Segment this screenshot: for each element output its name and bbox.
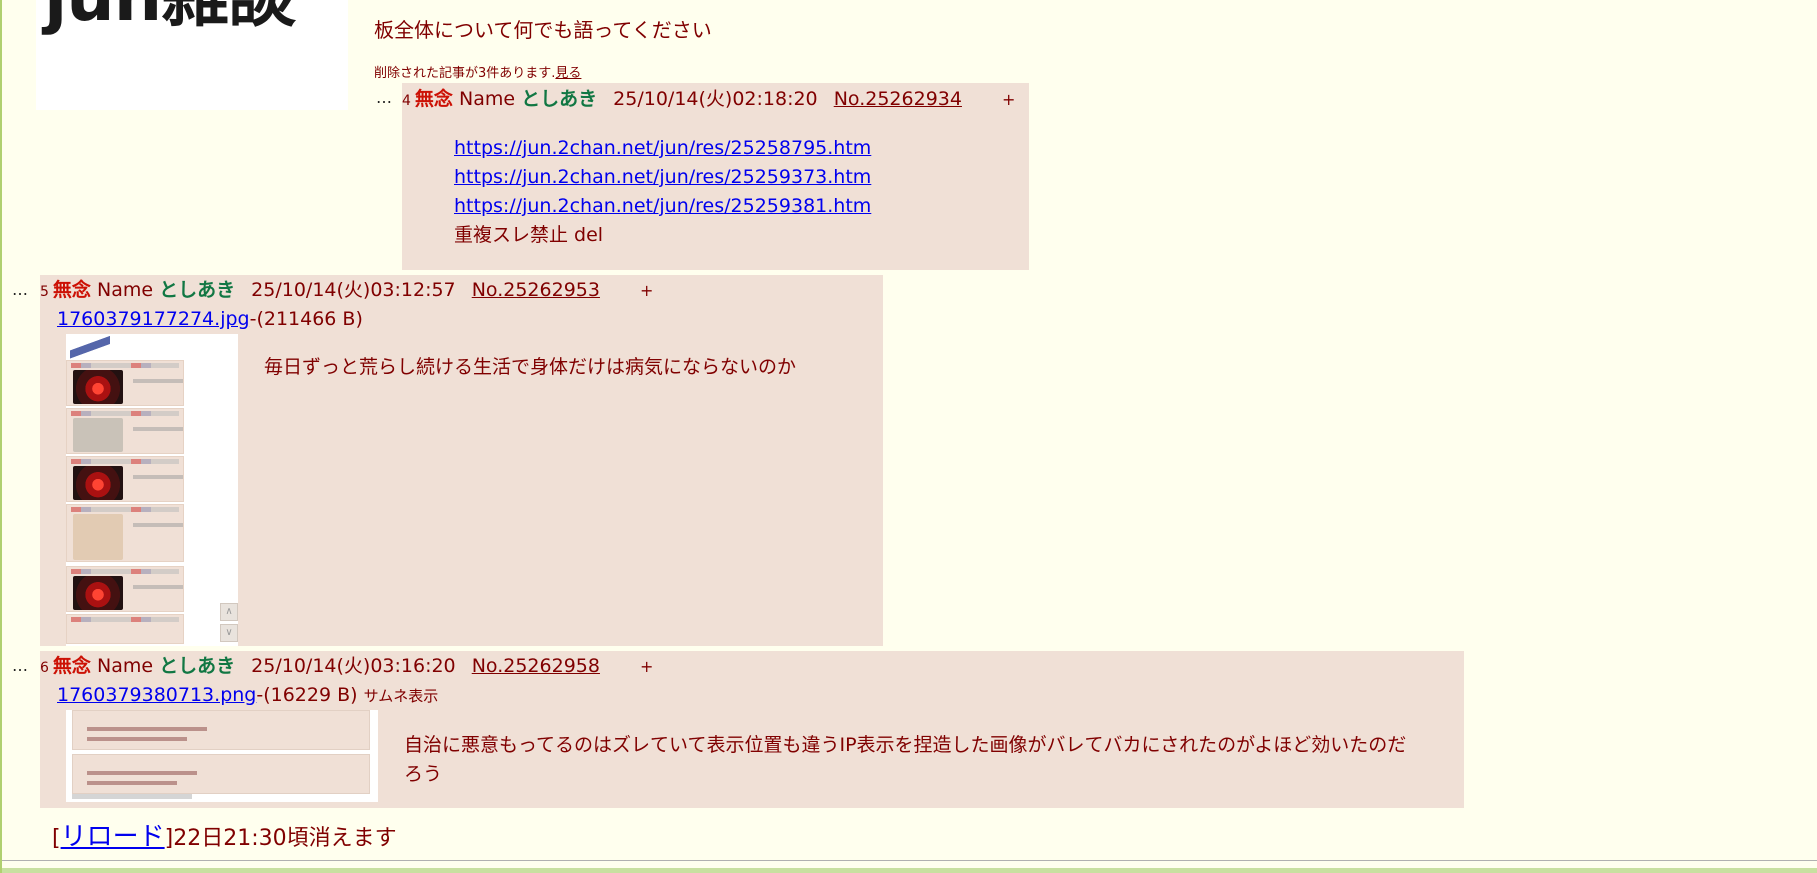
- post-subject: 無念: [52, 279, 91, 301]
- name-label: Name: [458, 88, 516, 110]
- bottom-border: [2, 868, 1817, 873]
- reload-bracket-open: [: [52, 826, 61, 851]
- thumb-screenshot-row: [66, 614, 184, 644]
- post-id-link[interactable]: No.25262958: [472, 655, 600, 677]
- reload-link[interactable]: リロード: [61, 822, 165, 852]
- board-description: 板全体について何でも語ってください: [374, 18, 712, 42]
- reply-post: 5 無念 Name としあき 25/10/14(火)03:12:57 No.252…: [40, 275, 883, 646]
- post-thumbnail-image[interactable]: ∧ ∨: [66, 334, 238, 646]
- post-header: 4 無念 Name としあき 25/10/14(火)02:18:20 No.252…: [402, 87, 1015, 113]
- post-text: 自治に悪意もってるのはズレていて表示位置も違うIP表示を捏造した画像がバレてバカ…: [404, 734, 1407, 785]
- post-menu-dots[interactable]: …: [12, 280, 28, 299]
- thumb-screenshot-row: [66, 408, 184, 454]
- thumb-screenshot-row: [72, 710, 370, 750]
- thread-link[interactable]: https://jun.2chan.net/jun/res/25258795.h…: [454, 137, 871, 159]
- sodane-button[interactable]: +: [640, 657, 653, 676]
- post-thumbnail-image[interactable]: [66, 710, 378, 802]
- thumb-screenshot-row: [66, 504, 184, 562]
- reply-post: 6 無念 Name としあき 25/10/14(火)03:16:20 No.252…: [40, 651, 1464, 808]
- post-date: 25/10/14(火)02:18:20: [613, 88, 818, 110]
- divider: [2, 860, 1817, 861]
- post-subject: 無念: [52, 655, 91, 677]
- post-menu-dots[interactable]: …: [376, 88, 392, 107]
- board-logo: jun雑談: [36, 0, 348, 110]
- file-link[interactable]: 1760379177274.jpg: [57, 308, 250, 330]
- expire-text: 22日21:30頃消えます: [173, 826, 397, 851]
- post-header: 5 無念 Name としあき 25/10/14(火)03:12:57 No.252…: [40, 278, 653, 304]
- post-id-link[interactable]: No.25262934: [834, 88, 962, 110]
- scroll-up-icon[interactable]: ∧: [220, 603, 238, 621]
- deleted-posts-note: 削除された記事が3件あります.見る: [374, 62, 581, 81]
- file-info: 1760379380713.png-(16229 B) サムネ表示: [57, 683, 438, 708]
- name-label: Name: [96, 655, 154, 677]
- post-text: 毎日ずっと荒らし続ける生活で身体だけは病気にならないのか: [264, 356, 797, 378]
- post-text: 重複スレ禁止 del: [454, 224, 604, 246]
- post-id-link[interactable]: No.25262953: [472, 279, 600, 301]
- thumb-screenshot-row: [72, 754, 370, 794]
- post-number: 4: [402, 93, 411, 109]
- thumb-screenshot-row: [66, 360, 184, 406]
- sodane-button[interactable]: +: [1002, 90, 1015, 109]
- reload-bar: [リロード]22日21:30頃消えます: [52, 816, 397, 853]
- scroll-down-icon[interactable]: ∨: [220, 624, 238, 642]
- poster-name: としあき: [159, 655, 236, 677]
- post-header: 6 無念 Name としあき 25/10/14(火)03:16:20 No.252…: [40, 654, 653, 680]
- thumb-top-fragment: [70, 334, 110, 360]
- thread-link[interactable]: https://jun.2chan.net/jun/res/25259381.h…: [454, 195, 871, 217]
- post-subject: 無念: [414, 88, 453, 110]
- file-link[interactable]: 1760379380713.png: [57, 684, 256, 706]
- thumbnail-toggle[interactable]: サムネ表示: [364, 687, 439, 705]
- thumb-screenshot-row: [66, 566, 184, 612]
- thread-link[interactable]: https://jun.2chan.net/jun/res/25259373.h…: [454, 166, 871, 188]
- thumb-footer-line: [72, 794, 192, 799]
- post-number: 6: [40, 660, 49, 676]
- post-menu-dots[interactable]: …: [12, 656, 28, 675]
- post-date: 25/10/14(火)03:12:57: [251, 279, 456, 301]
- poster-name: としあき: [159, 279, 236, 301]
- reply-post: 4 無念 Name としあき 25/10/14(火)02:18:20 No.252…: [402, 83, 1029, 270]
- board-logo-text: jun雑談: [44, 0, 296, 32]
- file-size: -(16229 B): [256, 684, 358, 706]
- file-info: 1760379177274.jpg-(211466 B): [57, 307, 363, 331]
- reload-bracket-close: ]: [164, 826, 174, 851]
- name-label: Name: [96, 279, 154, 301]
- poster-name: としあき: [521, 88, 598, 110]
- post-number: 5: [40, 284, 49, 300]
- post-date: 25/10/14(火)03:16:20: [251, 655, 456, 677]
- sodane-button[interactable]: +: [640, 281, 653, 300]
- thumb-screenshot-row: [66, 456, 184, 502]
- file-size: -(211466 B): [249, 308, 363, 330]
- deleted-posts-text: 削除された記事が3件あります.: [374, 66, 556, 81]
- post-body: https://jun.2chan.net/jun/res/25258795.h…: [454, 134, 871, 250]
- deleted-posts-link[interactable]: 見る: [555, 66, 581, 81]
